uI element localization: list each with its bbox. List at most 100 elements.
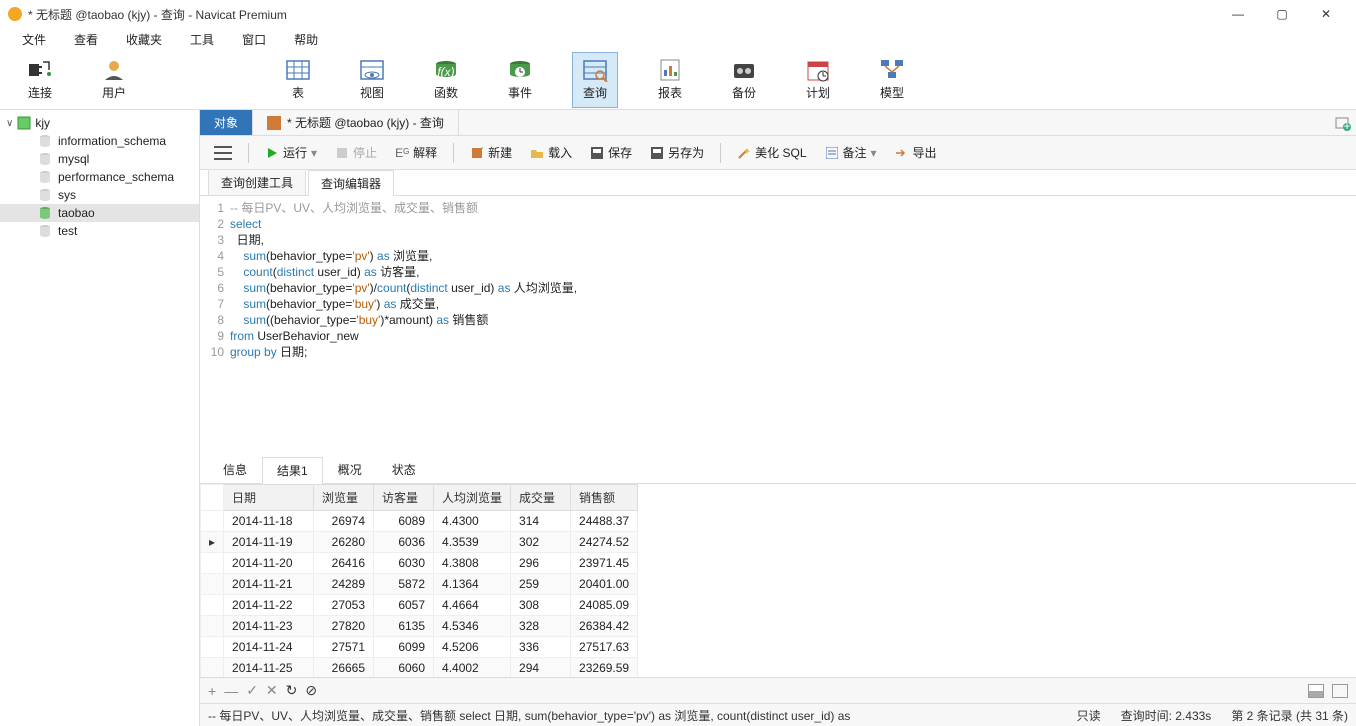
database-icon — [38, 188, 52, 202]
explain-button[interactable]: Eᴳ 解释 — [389, 141, 443, 164]
query-subtabs: 查询创建工具 查询编辑器 — [200, 170, 1356, 196]
column-header[interactable]: 访客量 — [374, 485, 434, 511]
table-row[interactable]: ▸2014-11-192628060364.353930224274.52 — [201, 532, 638, 553]
event-icon — [506, 58, 534, 82]
table-row[interactable]: 2014-11-222705360574.466430824085.09 — [201, 595, 638, 616]
status-record-count: 第 2 条记录 (共 31 条) — [1231, 707, 1348, 724]
cancel-edit-button[interactable]: ✕ — [266, 682, 278, 699]
ribbon-function[interactable]: f(x) 函数 — [424, 52, 468, 108]
beautify-button[interactable]: 美化 SQL — [731, 141, 812, 164]
add-row-button[interactable]: + — [208, 683, 216, 699]
dropdown-icon: ▾ — [871, 146, 877, 160]
db-item-taobao[interactable]: taobao — [0, 204, 199, 222]
table-row[interactable]: 2014-11-252666560604.400229423269.59 — [201, 658, 638, 679]
tab-result[interactable]: 结果1 — [262, 457, 323, 484]
table-row[interactable]: 2014-11-242757160994.520633627517.63 — [201, 637, 638, 658]
query-editor-tab[interactable]: 查询编辑器 — [308, 170, 394, 196]
tab-status[interactable]: 状态 — [377, 456, 431, 483]
sql-code[interactable]: -- 每日PV、UV、人均浏览量、成交量、销售额select 日期, sum(b… — [230, 196, 577, 458]
status-sql-preview: -- 每日PV、UV、人均浏览量、成交量、销售额 select 日期, sum(… — [208, 707, 1057, 724]
table-row[interactable]: 2014-11-212428958724.136425920401.00 — [201, 574, 638, 595]
db-item-sys[interactable]: sys — [0, 186, 199, 204]
save-button[interactable]: 保存 — [584, 141, 638, 164]
query-toolbar: 运行 ▾ 停止 Eᴳ 解释 + 新建 载入 保存 — [200, 136, 1356, 170]
menu-help[interactable]: 帮助 — [280, 29, 332, 50]
tab-objects[interactable]: 对象 — [200, 110, 253, 135]
stop-button[interactable]: 停止 — [329, 141, 383, 164]
db-item-test[interactable]: test — [0, 222, 199, 240]
viewmode-form-icon[interactable] — [1332, 684, 1348, 698]
note-button[interactable]: 备注 ▾ — [819, 141, 883, 164]
maximize-button[interactable]: ▢ — [1260, 7, 1304, 21]
ribbon-model[interactable]: 模型 — [870, 52, 914, 108]
menu-view[interactable]: 查看 — [60, 29, 112, 50]
ribbon-table[interactable]: 表 — [276, 52, 320, 108]
ribbon-view[interactable]: 视图 — [350, 52, 394, 108]
ribbon-view-label: 视图 — [360, 84, 384, 101]
connection-icon — [17, 116, 31, 130]
tree-connection[interactable]: ∨ kjy — [0, 114, 199, 132]
db-item-performance_schema[interactable]: performance_schema — [0, 168, 199, 186]
load-button[interactable]: 载入 — [524, 141, 578, 164]
table-row[interactable]: 2014-11-182697460894.430031424488.37 — [201, 511, 638, 532]
query-icon — [581, 58, 609, 82]
minimize-button[interactable]: — — [1216, 7, 1260, 21]
note-icon — [825, 146, 839, 160]
ribbon-connection[interactable]: 连接 — [18, 52, 62, 108]
viewmode-grid-icon[interactable] — [1308, 684, 1324, 698]
column-header[interactable]: 成交量 — [511, 485, 571, 511]
user-icon — [100, 58, 128, 82]
ribbon-schedule[interactable]: 计划 — [796, 52, 840, 108]
ribbon-query-label: 查询 — [583, 84, 607, 101]
table-row[interactable]: 2014-11-202641660304.380829623971.45 — [201, 553, 638, 574]
ribbon-user[interactable]: 用户 — [92, 52, 136, 108]
stop-refresh-button[interactable]: ⊘ — [305, 682, 317, 699]
menu-file[interactable]: 文件 — [8, 29, 60, 50]
tab-info[interactable]: 信息 — [208, 456, 262, 483]
sql-editor[interactable]: 12345678910 -- 每日PV、UV、人均浏览量、成交量、销售额sele… — [200, 196, 1356, 458]
statusbar: -- 每日PV、UV、人均浏览量、成交量、销售额 select 日期, sum(… — [200, 704, 1356, 726]
table-icon — [284, 58, 312, 82]
column-header[interactable]: 浏览量 — [314, 485, 374, 511]
menu-tools[interactable]: 工具 — [176, 29, 228, 50]
export-icon — [895, 146, 909, 160]
view-icon — [358, 58, 386, 82]
column-header[interactable]: 销售额 — [571, 485, 638, 511]
report-icon — [656, 58, 684, 82]
column-header[interactable]: 日期 — [224, 485, 314, 511]
ribbon-report[interactable]: 报表 — [648, 52, 692, 108]
tab-profile[interactable]: 概况 — [323, 456, 377, 483]
export-button[interactable]: 导出 — [889, 141, 943, 164]
ribbon-event[interactable]: 事件 — [498, 52, 542, 108]
connection-name: kjy — [35, 116, 50, 130]
collapse-icon[interactable]: ∨ — [6, 118, 13, 129]
result-grid[interactable]: 日期浏览量访客量人均浏览量成交量销售额 2014-11-182697460894… — [200, 484, 1356, 678]
query-builder-tab[interactable]: 查询创建工具 — [208, 169, 306, 195]
svg-text:+: + — [1343, 119, 1350, 131]
db-item-mysql[interactable]: mysql — [0, 150, 199, 168]
explain-icon: Eᴳ — [395, 146, 409, 160]
hamburger-button[interactable] — [208, 143, 238, 163]
saveas-button[interactable]: 另存为 — [644, 141, 710, 164]
run-button[interactable]: 运行 ▾ — [259, 141, 323, 164]
ribbon-query[interactable]: 查询 — [572, 52, 618, 108]
database-icon — [38, 224, 52, 238]
wand-icon — [737, 146, 751, 160]
refresh-button[interactable]: ↻ — [286, 682, 298, 699]
table-row[interactable]: 2014-11-232782061354.534632826384.42 — [201, 616, 638, 637]
commit-button[interactable]: ✓ — [246, 682, 258, 699]
menu-favorites[interactable]: 收藏夹 — [112, 29, 176, 50]
ribbon-backup[interactable]: 备份 — [722, 52, 766, 108]
db-item-information_schema[interactable]: information_schema — [0, 132, 199, 150]
folder-icon — [530, 146, 544, 160]
delete-row-button[interactable]: — — [224, 683, 238, 699]
close-button[interactable]: ✕ — [1304, 7, 1348, 21]
run-icon — [265, 146, 279, 160]
add-tab-button[interactable]: + — [1330, 110, 1356, 135]
tab-query[interactable]: * 无标题 @taobao (kjy) - 查询 — [253, 110, 459, 135]
column-header[interactable]: 人均浏览量 — [434, 485, 511, 511]
dropdown-icon: ▾ — [311, 146, 317, 160]
menu-window[interactable]: 窗口 — [228, 29, 280, 50]
new-button[interactable]: + 新建 — [464, 141, 518, 164]
ribbon-backup-label: 备份 — [732, 84, 756, 101]
